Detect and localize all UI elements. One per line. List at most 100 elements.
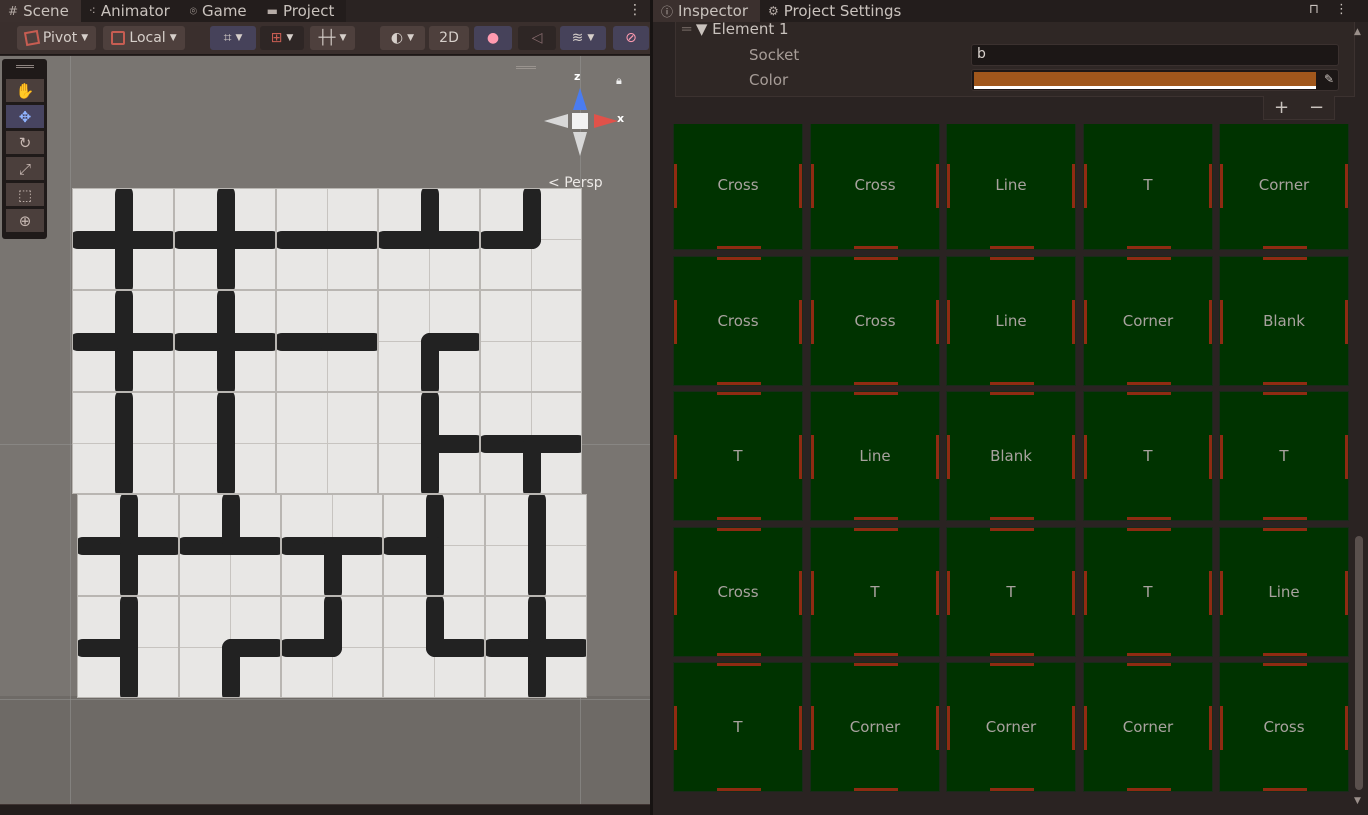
board-tile[interactable] — [480, 290, 582, 392]
increment-snap-button[interactable]: ⊞ ▼ — [260, 26, 304, 50]
tile-cell[interactable]: T — [1219, 391, 1349, 521]
pivot-dropdown[interactable]: Pivot ▼ — [17, 26, 96, 50]
tile-cell[interactable]: Line — [946, 124, 1076, 250]
board-tile[interactable] — [480, 392, 582, 494]
effects-dropdown[interactable]: ≋ ▼ — [560, 26, 606, 50]
lock-icon[interactable]: ⊓ — [1309, 2, 1319, 17]
tile-cell[interactable]: T — [1083, 124, 1213, 250]
socket-input[interactable]: b — [971, 44, 1339, 66]
rotate-tool-button[interactable]: ↻ — [6, 131, 44, 154]
grid-visibility-button[interactable]: ┼┼ ▼ — [310, 26, 355, 50]
scale-tool-button[interactable]: ⤢ — [6, 157, 44, 180]
board-tile[interactable] — [72, 188, 174, 290]
scroll-down-arrow-icon[interactable]: ▼ — [1354, 796, 1361, 806]
tile-cell[interactable]: Cross — [673, 527, 803, 657]
board-tile[interactable] — [276, 392, 378, 494]
tile-cell[interactable]: T — [673, 391, 803, 521]
tile-cell[interactable]: Line — [946, 256, 1076, 386]
board-tile[interactable] — [72, 290, 174, 392]
neg-y-axis-cone[interactable] — [573, 132, 587, 156]
projection-toggle[interactable]: < Persp — [548, 175, 603, 191]
scroll-up-arrow-icon[interactable]: ▲ — [1354, 27, 1361, 37]
board-tile[interactable] — [72, 392, 174, 494]
board-tile[interactable] — [174, 392, 276, 494]
element-header[interactable]: ═ ▼ Element 1 — [682, 20, 789, 38]
2d-toggle[interactable]: 2D — [429, 26, 469, 50]
tile-cell[interactable]: T — [810, 527, 940, 657]
color-field[interactable]: ✎ — [971, 69, 1339, 91]
board-tile[interactable] — [378, 290, 480, 392]
tab-scene[interactable]: # Scene — [0, 0, 81, 22]
tile-cell[interactable]: Corner — [946, 662, 1076, 792]
tile-cell[interactable]: T — [946, 527, 1076, 657]
tile-cell[interactable]: T — [1083, 391, 1213, 521]
tile-cell[interactable]: Cross — [673, 124, 803, 250]
tile-cell[interactable]: Corner — [1083, 662, 1213, 792]
tile-cell[interactable]: T — [673, 662, 803, 792]
board-tile[interactable] — [485, 494, 587, 596]
socket-marker — [1263, 392, 1307, 395]
local-dropdown[interactable]: Local ▼ — [103, 26, 185, 50]
tile-cell[interactable]: Line — [810, 391, 940, 521]
tile-cell[interactable]: T — [1083, 527, 1213, 657]
rect-tool-button[interactable]: ⬚ — [6, 183, 44, 206]
grid-snap-button[interactable]: ⌗ ▼ — [210, 26, 256, 50]
tile-cell[interactable]: Corner — [1219, 124, 1349, 250]
board-tile[interactable] — [485, 596, 587, 698]
remove-element-button[interactable]: − — [1309, 97, 1324, 118]
draw-mode-button[interactable]: ◐ ▼ — [380, 26, 425, 50]
tile-cell[interactable]: Blank — [1219, 256, 1349, 386]
board-tile[interactable] — [276, 290, 378, 392]
board-tile[interactable] — [378, 188, 480, 290]
z-axis-cone[interactable] — [573, 88, 587, 110]
orientation-gizmo[interactable] — [540, 70, 620, 190]
tile-cell[interactable]: Cross — [673, 256, 803, 386]
tile-cell[interactable]: Blank — [946, 391, 1076, 521]
tab-inspector[interactable]: ⓘ Inspector — [653, 0, 760, 22]
board-tile[interactable] — [77, 596, 179, 698]
color-swatch[interactable] — [974, 72, 1316, 86]
tile-cell[interactable]: Corner — [810, 662, 940, 792]
board-tile[interactable] — [383, 494, 485, 596]
kebab-menu-icon[interactable]: ⋮ — [628, 2, 642, 18]
tab-project[interactable]: ▬ Project — [259, 0, 347, 22]
tab-game[interactable]: ⌾ Game — [182, 0, 259, 22]
inspector-scrollbar[interactable] — [1355, 536, 1363, 790]
board-tile[interactable] — [480, 188, 582, 290]
add-element-button[interactable]: + — [1274, 97, 1289, 118]
drag-handle-icon[interactable]: ═ — [682, 20, 691, 38]
tile-cell[interactable]: Cross — [810, 256, 940, 386]
projection-label: Persp — [564, 175, 603, 191]
board-tile[interactable] — [276, 188, 378, 290]
board-tile[interactable] — [383, 596, 485, 698]
foldout-arrow-icon[interactable]: ▼ — [696, 20, 708, 38]
tile-cell[interactable]: Line — [1219, 527, 1349, 657]
board-tile[interactable] — [179, 494, 281, 596]
x-axis-cone[interactable] — [594, 114, 618, 128]
transform-tool-button[interactable]: ⊕ — [6, 209, 44, 232]
board-tile[interactable] — [174, 290, 276, 392]
board-tile[interactable] — [281, 596, 383, 698]
board-tile[interactable] — [378, 392, 480, 494]
kebab-menu-icon[interactable]: ⋮ — [1335, 2, 1348, 17]
board-tile[interactable] — [179, 596, 281, 698]
drag-grip-icon[interactable] — [516, 66, 536, 69]
hand-tool-button[interactable]: ✋ — [6, 79, 44, 102]
board-tile[interactable] — [281, 494, 383, 596]
tab-animator[interactable]: ⁖ Animator — [81, 0, 182, 22]
tab-project-settings[interactable]: ⚙ Project Settings — [760, 0, 913, 22]
socket-marker — [1084, 706, 1087, 750]
lighting-toggle[interactable]: ● — [474, 26, 512, 50]
tile-cell[interactable]: Cross — [810, 124, 940, 250]
tile-cell[interactable]: Cross — [1219, 662, 1349, 792]
gizmo-center-cube[interactable] — [572, 113, 588, 129]
board-tile[interactable] — [77, 494, 179, 596]
eyedropper-icon[interactable]: ✎ — [1324, 72, 1334, 86]
audio-toggle[interactable]: ◁ — [518, 26, 556, 50]
board-tile[interactable] — [174, 188, 276, 290]
scene-visibility-toggle[interactable]: ⊘ — [613, 26, 649, 50]
neg-x-axis-cone[interactable] — [544, 114, 568, 128]
move-tool-button[interactable]: ✥ — [6, 105, 44, 128]
tile-cell[interactable]: Corner — [1083, 256, 1213, 386]
drag-grip-icon[interactable] — [16, 65, 34, 68]
